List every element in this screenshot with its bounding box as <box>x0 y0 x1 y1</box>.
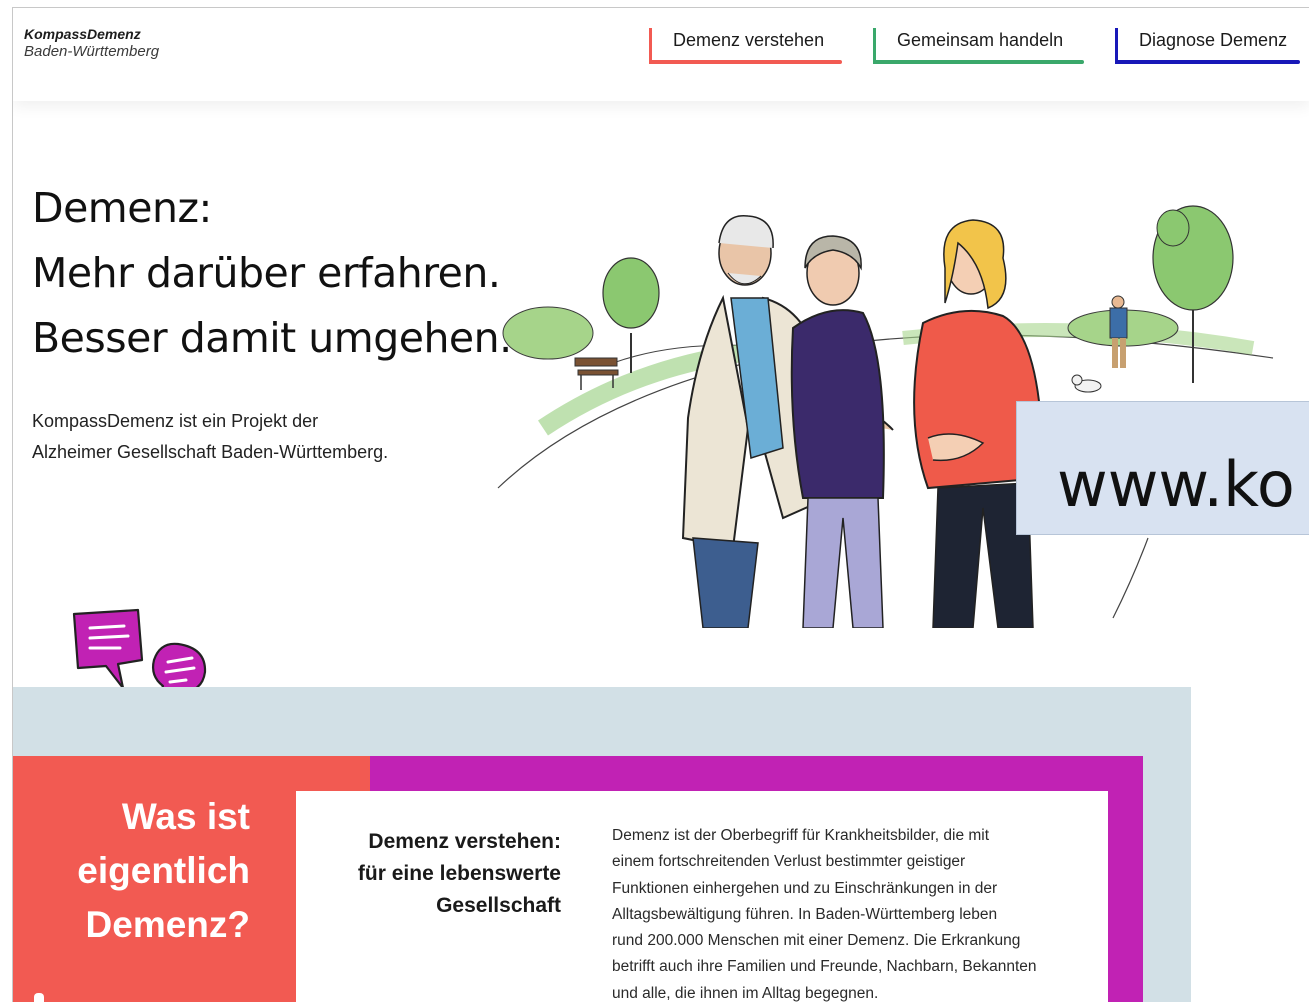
info-card: Demenz verstehen: für eine lebenswerte G… <box>296 791 1108 1002</box>
card-title-line: Gesellschaft <box>436 894 561 917</box>
card-text-line: Funktionen einhergehen und zu Einschränk… <box>612 879 998 897</box>
nav-demenz-verstehen[interactable]: Demenz verstehen <box>649 28 842 64</box>
card-text-line: und alle, die ihnen im Alltag begegnen. <box>612 984 879 1002</box>
site-logo[interactable]: KompassDemenz Baden-Württemberg <box>24 25 159 61</box>
nav-gemeinsam-handeln[interactable]: Gemeinsam handeln <box>873 28 1084 64</box>
logo-title: KompassDemenz <box>24 26 141 42</box>
card-text-line: Alltagsbewältigung führen. In Baden-Würt… <box>612 905 998 923</box>
nav-underline <box>1115 60 1300 64</box>
card-body-text: Demenz ist der Oberbegriff für Krankheit… <box>612 823 1082 1002</box>
card-text-line: betrifft auch ihre Familien und Freunde,… <box>612 958 1037 976</box>
nav-underline <box>649 60 842 64</box>
nav-label: Diagnose Demenz <box>1139 30 1288 50</box>
hero-text-line: Alzheimer Gesellschaft Baden-Württemberg… <box>32 442 389 462</box>
nav-accent-bar <box>1115 28 1118 64</box>
nav-diagnose-demenz[interactable]: Diagnose Demenz <box>1115 28 1309 64</box>
nav-accent-bar <box>873 28 876 64</box>
hero-title: Demenz: Mehr darüber erfahren. Besser da… <box>32 176 512 371</box>
section-question: Was ist eigentlich Demenz? <box>13 790 250 952</box>
nav-label: Demenz verstehen <box>673 30 825 50</box>
card-title-line: Demenz verstehen: <box>368 830 561 853</box>
card-title: Demenz verstehen: für eine lebenswerte G… <box>296 826 561 922</box>
hero-description: KompassDemenz ist ein Projekt der Alzhei… <box>32 406 388 468</box>
hero-title-line: Besser damit umgehen. <box>32 314 512 362</box>
card-text-line: Demenz ist der Oberbegriff für Krankheit… <box>612 827 990 844</box>
hero-text-line: KompassDemenz ist ein Projekt der <box>32 411 319 431</box>
site-header: KompassDemenz Baden-Württemberg Demenz v… <box>13 8 1309 101</box>
question-line: Was ist <box>121 796 250 837</box>
card-text-line: rund 200.000 Menschen mit einer Demenz. … <box>612 932 1021 950</box>
page-frame: KompassDemenz Baden-Württemberg Demenz v… <box>12 7 1309 1002</box>
nav-accent-bar <box>649 28 652 64</box>
url-overlay-text: www.ko <box>1057 448 1295 521</box>
hero-title-line: Demenz: <box>32 184 212 232</box>
nav-underline <box>873 60 1084 64</box>
question-line: eigentlich <box>77 850 250 891</box>
card-text-line: einem fortschreitenden Verlust bestimmte… <box>612 853 966 871</box>
card-title-line: für eine lebenswerte <box>357 862 561 885</box>
url-overlay-box: www.ko <box>1016 401 1309 535</box>
hero-title-line: Mehr darüber erfahren. <box>32 249 501 297</box>
logo-subtitle: Baden-Württemberg <box>24 43 160 60</box>
question-line: Demenz? <box>85 904 250 945</box>
nav-label: Gemeinsam handeln <box>897 30 1064 50</box>
